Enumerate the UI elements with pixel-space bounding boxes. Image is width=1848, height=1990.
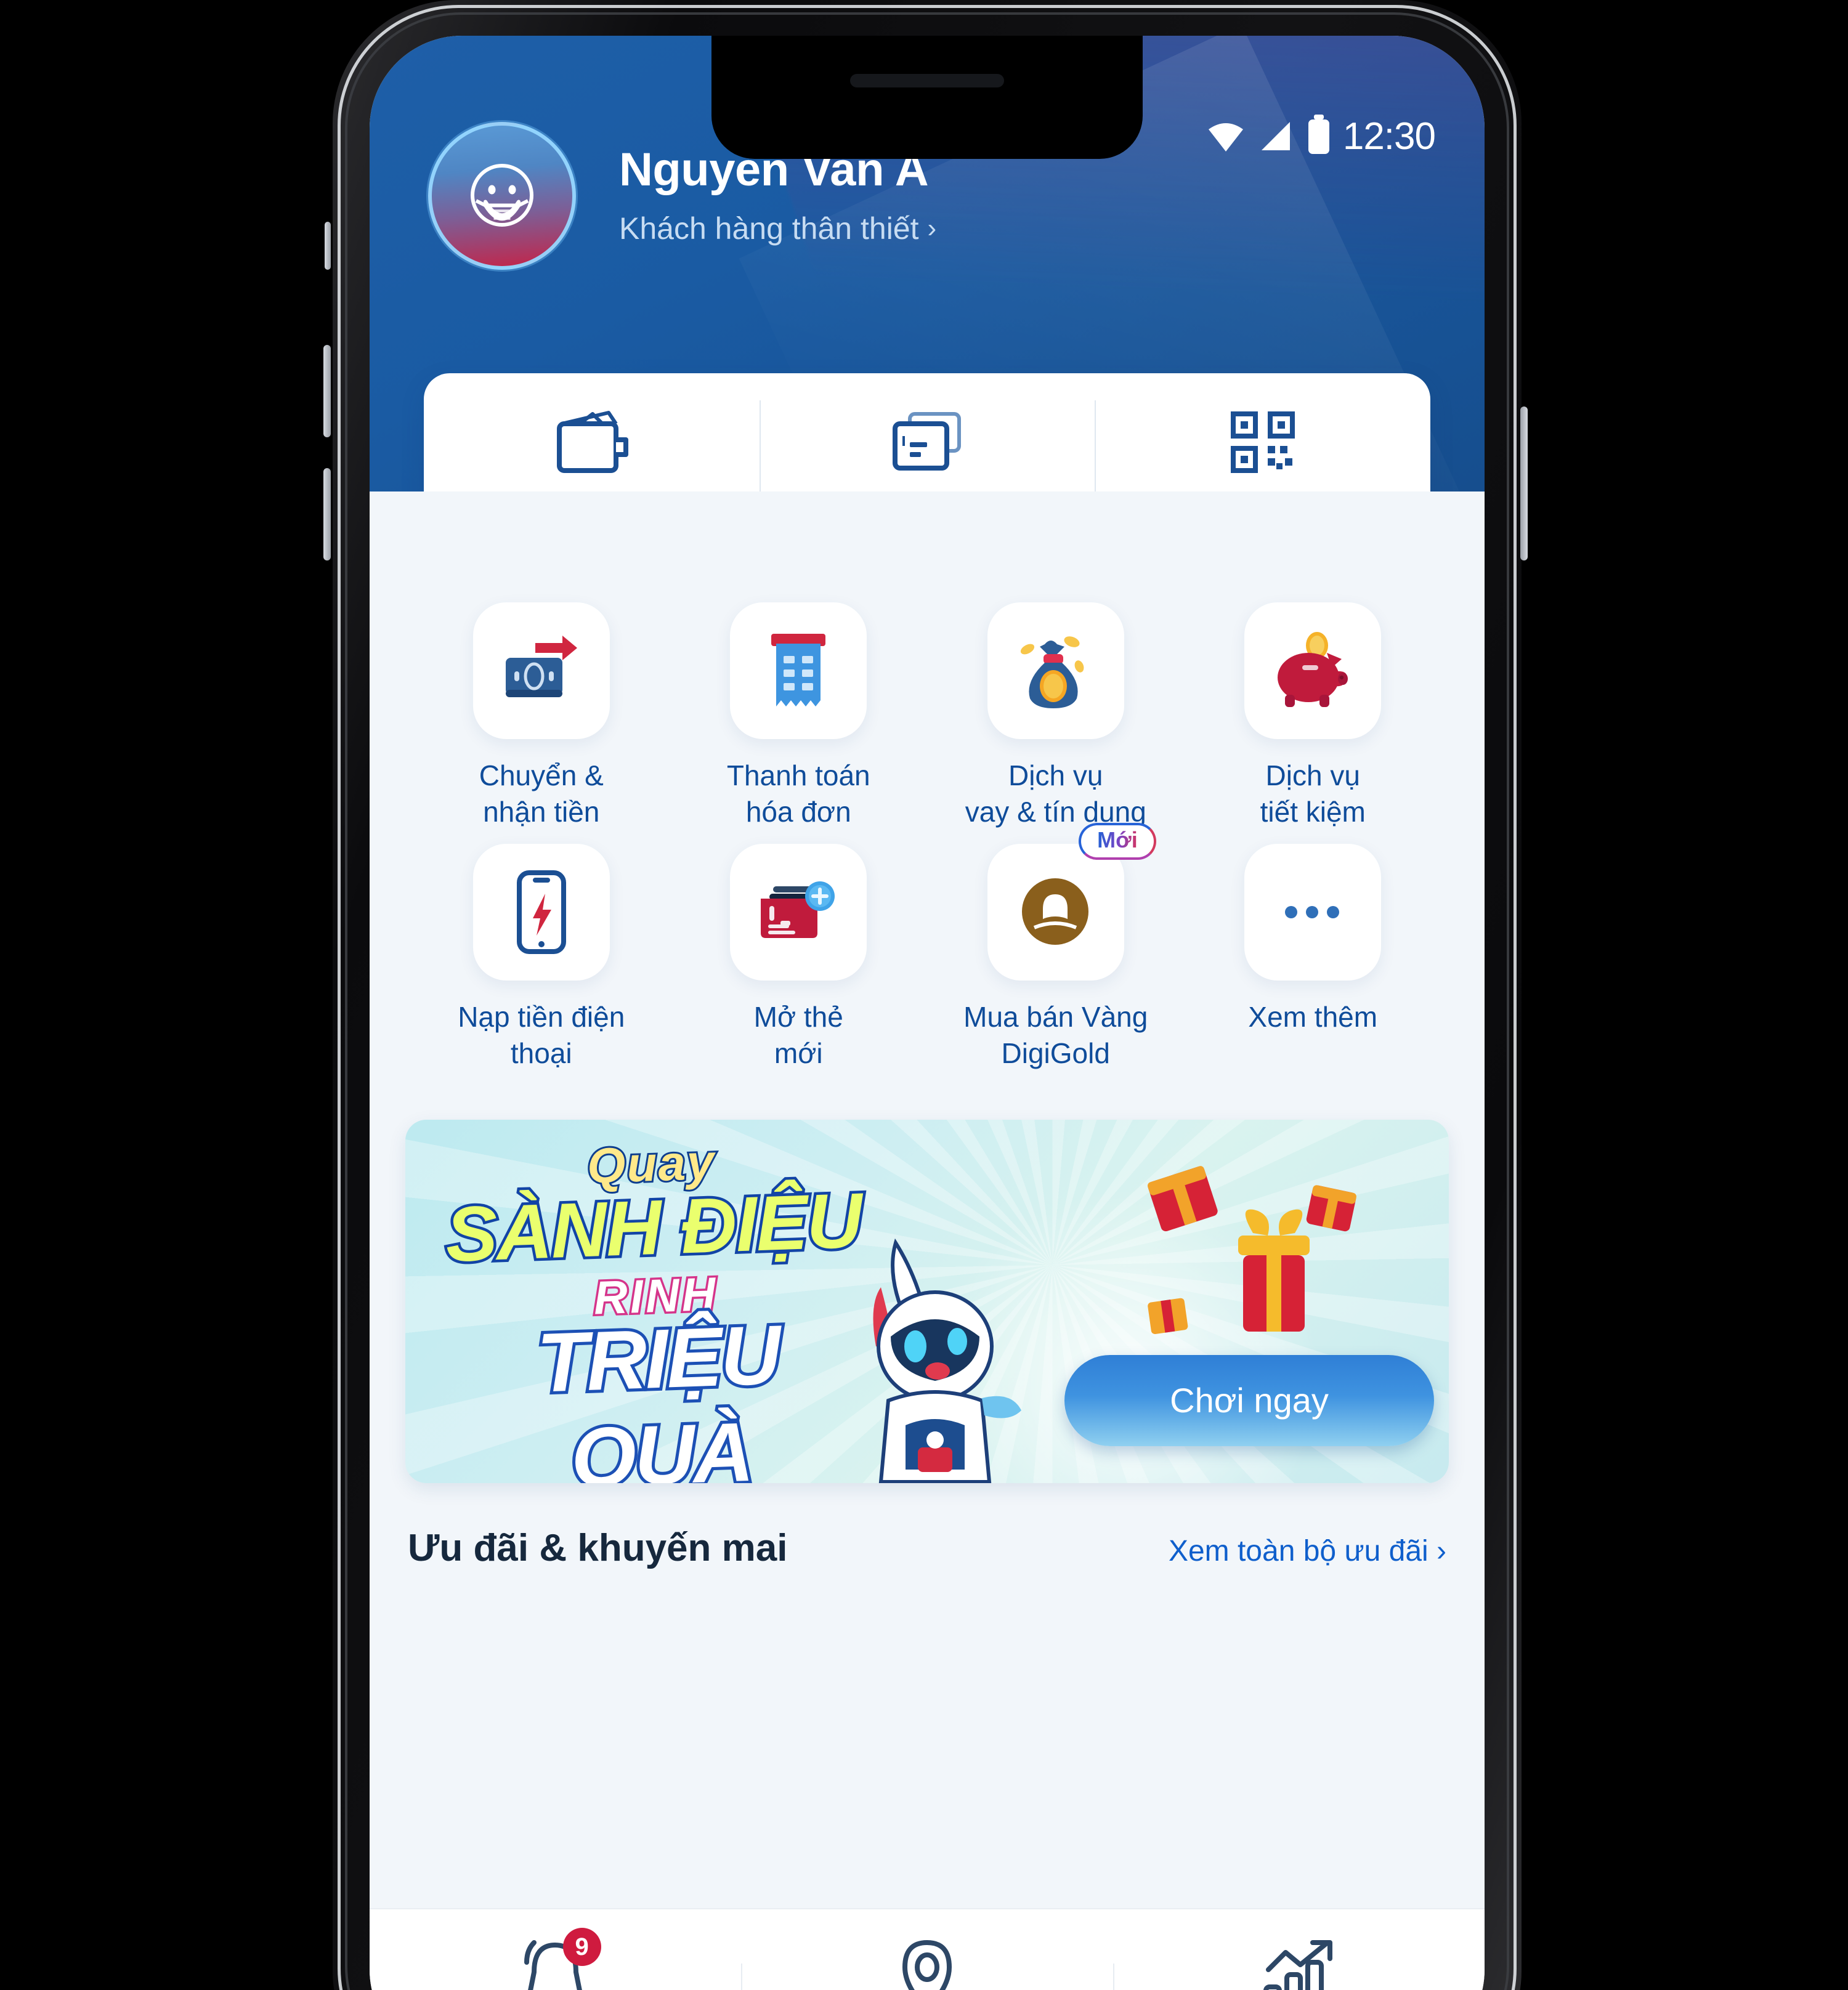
- nav-item-insights[interactable]: [1112, 1938, 1485, 1990]
- service-label: Chuyển & nhận tiền: [479, 759, 604, 828]
- service-label: Mở thẻ mới: [753, 1000, 843, 1069]
- promo-banner[interactable]: Quay SÀNH ĐIỆU RINH TRIỆU QUÀ Chơi ngay: [405, 1119, 1449, 1483]
- screenshot-root: 12:30 Nguyen Van A Khách hàng thân thiết…: [0, 0, 1848, 1990]
- earpiece-speaker: [850, 74, 1004, 87]
- location-pin-icon: [902, 1940, 952, 1990]
- signal-icon: [1261, 121, 1290, 150]
- tile-icon-wrap: [1244, 602, 1382, 739]
- piggy-bank-icon: [1278, 632, 1348, 707]
- tile-icon-wrap: [987, 602, 1124, 739]
- cards-icon: [893, 412, 961, 471]
- gold-coin-icon: [1021, 878, 1088, 945]
- offers-view-all-link[interactable]: Xem toàn bộ ưu đãi ›: [1169, 1534, 1446, 1568]
- money-bag-icon: [1020, 636, 1084, 708]
- phone-screen: 12:30 Nguyen Van A Khách hàng thân thiết…: [370, 36, 1485, 1990]
- nav-item-notifications[interactable]: 9: [370, 1928, 741, 1990]
- promo-title-line2: SÀNH ĐIỆU: [441, 1173, 865, 1280]
- phone-topup-icon: [516, 870, 566, 954]
- bill-icon: [771, 634, 826, 706]
- offers-section-header: Ưu đãi & khuyến mai Xem toàn bộ ưu đãi ›: [370, 1526, 1485, 1595]
- service-tile-thanh-toan-hoa-don[interactable]: Thanh toán hóa đơn: [670, 602, 928, 830]
- money-transfer-icon: [505, 636, 577, 697]
- tile-icon-wrap: [730, 843, 867, 981]
- more-dots-icon: [1285, 905, 1340, 918]
- service-tile-chuyen-nhan-tien[interactable]: Chuyển & nhận tiền: [413, 602, 670, 830]
- new-card-icon: [761, 881, 835, 938]
- service-label: Mua bán Vàng DigiGold: [963, 1000, 1148, 1069]
- avatar[interactable]: [428, 122, 576, 270]
- tile-icon-wrap: Mới: [987, 822, 1156, 981]
- promo-title: Quay SÀNH ĐIỆU RINH TRIỆU QUÀ: [429, 1128, 885, 1482]
- offers-title: Ưu đãi & khuyến mai: [408, 1526, 788, 1569]
- chart-growth-icon: [1263, 1940, 1333, 1990]
- service-label: Nạp tiền điện thoại: [458, 1000, 625, 1069]
- quick-action-qr-pay[interactable]: QR Pay: [1095, 373, 1430, 491]
- volume-down-button[interactable]: [323, 468, 331, 560]
- status-bar: 12:30: [1206, 115, 1436, 158]
- promo-cta-button[interactable]: Chơi ngay: [1064, 1354, 1434, 1446]
- nav-item-locations[interactable]: [741, 1938, 1112, 1990]
- service-tile-tiet-kiem[interactable]: Dịch vụ tiết kiệm: [1185, 602, 1442, 830]
- services-grid: Chuyển & nhận tiền Thanh toán hóa đơn Dị…: [370, 602, 1485, 1072]
- service-label: Xem thêm: [1248, 1000, 1378, 1033]
- promo-title-line4: TRIỆU QUÀ: [532, 1304, 784, 1483]
- tile-icon-wrap: [472, 843, 610, 981]
- service-tile-nap-tien-dien-thoai[interactable]: Nạp tiền điện thoại: [413, 843, 670, 1072]
- service-label: Dịch vụ tiết kiệm: [1260, 759, 1366, 828]
- quick-action-dich-vu-the[interactable]: Dịch vụ Thẻ: [759, 373, 1095, 491]
- battery-icon: [1308, 119, 1329, 154]
- tile-icon-wrap: [730, 602, 867, 739]
- qr-code-icon: [1230, 411, 1295, 473]
- new-badge: Mới: [1079, 822, 1156, 860]
- volume-up-button[interactable]: [323, 345, 331, 437]
- service-tile-xem-them[interactable]: Xem thêm: [1185, 843, 1442, 1072]
- bottom-nav: 9: [370, 1908, 1485, 1990]
- robot-mascot-icon: [873, 1238, 1021, 1483]
- notification-badge: 9: [562, 1928, 601, 1966]
- mute-switch[interactable]: [325, 222, 331, 270]
- masked-face-avatar-icon: [471, 163, 533, 227]
- status-bar-time: 12:30: [1342, 115, 1436, 158]
- quick-action-tai-khoan[interactable]: Tài khoản: [424, 373, 760, 491]
- app-body: Chuyển & nhận tiền Thanh toán hóa đơn Dị…: [370, 491, 1485, 1595]
- service-tile-mo-the-moi[interactable]: Mở thẻ mới: [670, 843, 928, 1072]
- wifi-icon: [1208, 123, 1243, 152]
- chevron-right-icon: ›: [927, 212, 937, 243]
- gift-box-icon: [1148, 1165, 1356, 1334]
- power-button[interactable]: [1520, 406, 1528, 560]
- wallet-icon: [557, 411, 629, 473]
- service-tile-vay-tin-dung[interactable]: Dịch vụ vay & tín dụng: [927, 602, 1185, 830]
- loyalty-tier-link[interactable]: Khách hàng thân thiết ›: [619, 211, 936, 246]
- service-label: Thanh toán hóa đơn: [726, 759, 870, 828]
- tile-icon-wrap: [472, 602, 610, 739]
- tile-icon-wrap: [1244, 843, 1382, 981]
- profile-text: Nguyen Van A Khách hàng thân thiết ›: [619, 145, 936, 246]
- notch: [711, 36, 1143, 159]
- service-tile-mua-ban-vang-digigold[interactable]: Mới Mua bán Vàng DigiGold: [927, 822, 1185, 1072]
- new-badge-label: Mới: [1097, 827, 1138, 852]
- loyalty-tier-label: Khách hàng thân thiết: [619, 211, 919, 246]
- quick-actions-card: Tài khoản Dịch vụ Thẻ: [424, 373, 1430, 491]
- service-label: Dịch vụ vay & tín dụng: [965, 759, 1146, 828]
